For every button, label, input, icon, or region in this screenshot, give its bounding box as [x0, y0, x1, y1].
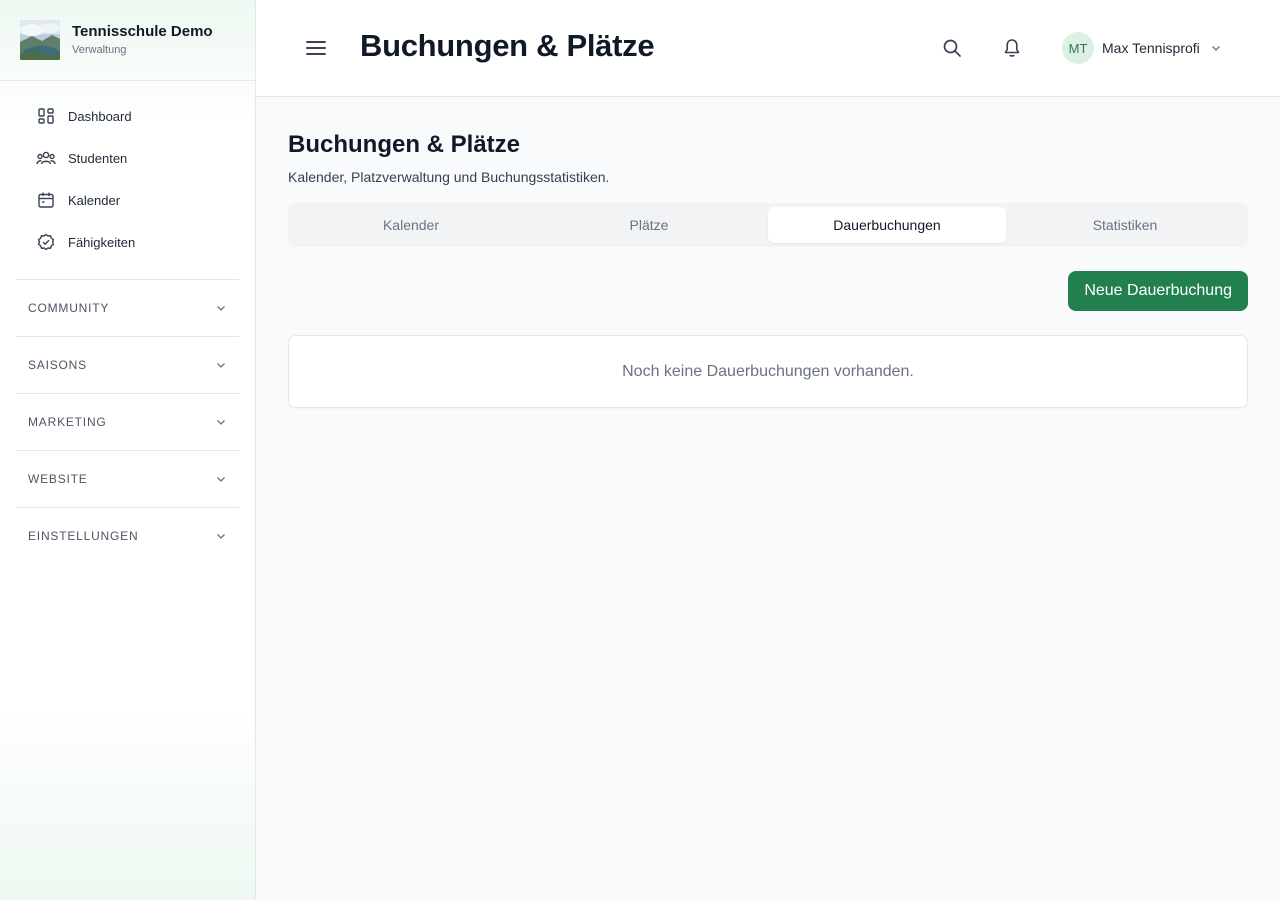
chevron-down-icon — [1210, 42, 1222, 54]
chevron-down-icon — [215, 302, 227, 314]
main-content: Buchungen & Plätze Kalender, Platzverwal… — [288, 97, 1248, 408]
avatar: MT — [1062, 32, 1094, 64]
sidebar-item-calendar[interactable]: Kalender — [0, 179, 255, 221]
bell-icon[interactable] — [1000, 36, 1024, 60]
chevron-down-icon — [215, 473, 227, 485]
sidebar-item-students[interactable]: Studenten — [0, 137, 255, 179]
sidebar-nav: Dashboard Studenten Kalender Fähigkeiten — [0, 81, 255, 263]
brand-logo — [20, 20, 60, 60]
tab-recurring-bookings[interactable]: Dauerbuchungen — [768, 207, 1006, 243]
page-subtitle: Kalender, Platzverwaltung und Buchungsst… — [288, 169, 610, 185]
header-title: Buchungen & Plätze — [360, 28, 655, 63]
sidebar: Tennisschule Demo Verwaltung Dashboard S… — [0, 0, 256, 900]
section-label: EINSTELLUNGEN — [28, 529, 139, 543]
sidebar-item-label: Studenten — [68, 150, 128, 166]
calendar-icon — [36, 190, 56, 210]
section-label: COMMUNITY — [28, 301, 110, 315]
sidebar-item-label: Kalender — [68, 192, 121, 208]
users-icon — [36, 148, 56, 168]
sidebar-item-label: Dashboard — [68, 108, 132, 124]
sidebar-section-website[interactable]: WEBSITE — [16, 450, 239, 507]
section-label: MARKETING — [28, 415, 107, 429]
sidebar-item-skills[interactable]: Fähigkeiten — [0, 221, 255, 263]
brand[interactable]: Tennisschule Demo Verwaltung — [0, 0, 255, 81]
sidebar-item-dashboard[interactable]: Dashboard — [0, 95, 255, 137]
section-label: WEBSITE — [28, 472, 88, 486]
brand-subtitle: Verwaltung — [72, 43, 127, 56]
empty-state-card: Noch keine Dauerbuchungen vorhanden. — [288, 335, 1248, 408]
action-row: Neue Dauerbuchung — [288, 271, 1248, 311]
section-label: SAISONS — [28, 358, 87, 372]
user-name: Max Tennisprofi — [1102, 40, 1200, 56]
tab-bar: Kalender Plätze Dauerbuchungen Statistik… — [288, 203, 1248, 247]
user-menu[interactable]: MT Max Tennisprofi — [1062, 32, 1222, 64]
sidebar-sections: COMMUNITY SAISONS MARKETING WEBSITE EINS… — [0, 279, 255, 564]
sidebar-section-marketing[interactable]: MARKETING — [16, 393, 239, 450]
sidebar-item-label: Fähigkeiten — [68, 234, 136, 250]
sidebar-section-seasons[interactable]: SAISONS — [16, 336, 239, 393]
chevron-down-icon — [215, 530, 227, 542]
search-icon[interactable] — [940, 36, 964, 60]
tab-calendar[interactable]: Kalender — [292, 207, 530, 243]
sidebar-section-settings[interactable]: EINSTELLUNGEN — [16, 507, 239, 564]
new-recurring-booking-button[interactable]: Neue Dauerbuchung — [1068, 271, 1248, 311]
page-title: Buchungen & Plätze — [288, 131, 521, 158]
brand-name: Tennisschule Demo — [72, 22, 213, 40]
chevron-down-icon — [215, 416, 227, 428]
menu-icon[interactable] — [304, 36, 328, 60]
top-header: Buchungen & Plätze MT Max Tennisprofi — [256, 0, 1280, 97]
chevron-down-icon — [215, 359, 227, 371]
sidebar-section-community[interactable]: COMMUNITY — [16, 279, 239, 336]
tab-statistics[interactable]: Statistiken — [1006, 207, 1244, 243]
empty-state-message: Noch keine Dauerbuchungen vorhanden. — [622, 362, 914, 380]
check-badge-icon — [36, 232, 56, 252]
dashboard-icon — [36, 106, 56, 126]
tab-courts[interactable]: Plätze — [530, 207, 768, 243]
